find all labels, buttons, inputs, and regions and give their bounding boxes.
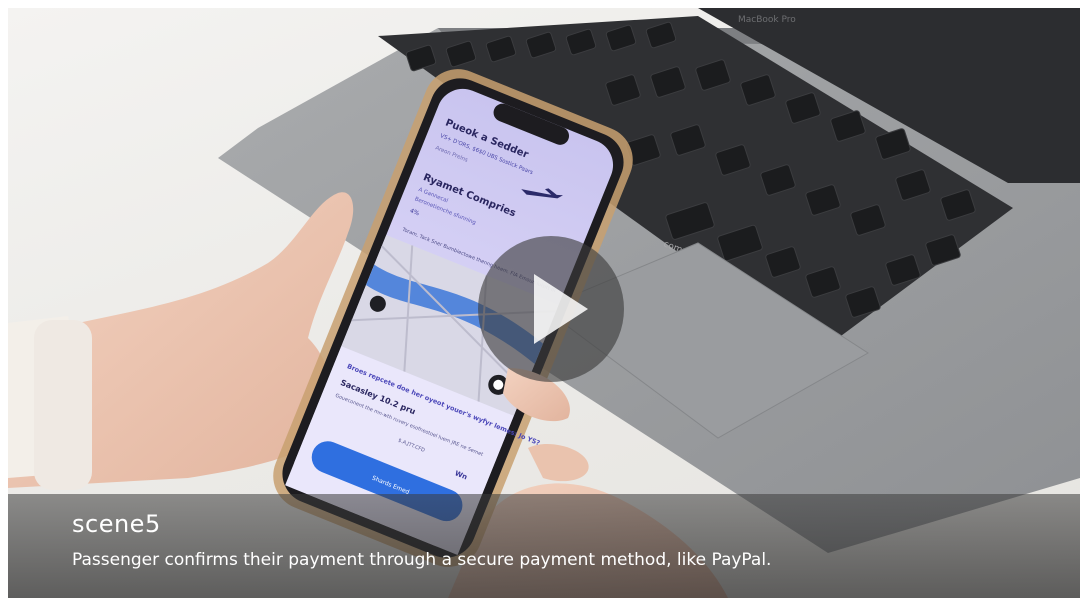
laptop-brand: MacBook Pro (738, 15, 796, 25)
play-icon (534, 274, 588, 344)
caption-bar: scene5 Passenger confirms their payment … (8, 494, 1080, 598)
video-player[interactable]: MacBook Pro Pueok a Sedder VS+ D'ORS, $6… (8, 8, 1080, 598)
caption-text: Passenger confirms their payment through… (72, 550, 772, 570)
caption-title: scene5 (72, 510, 161, 538)
play-button[interactable] (478, 236, 624, 382)
